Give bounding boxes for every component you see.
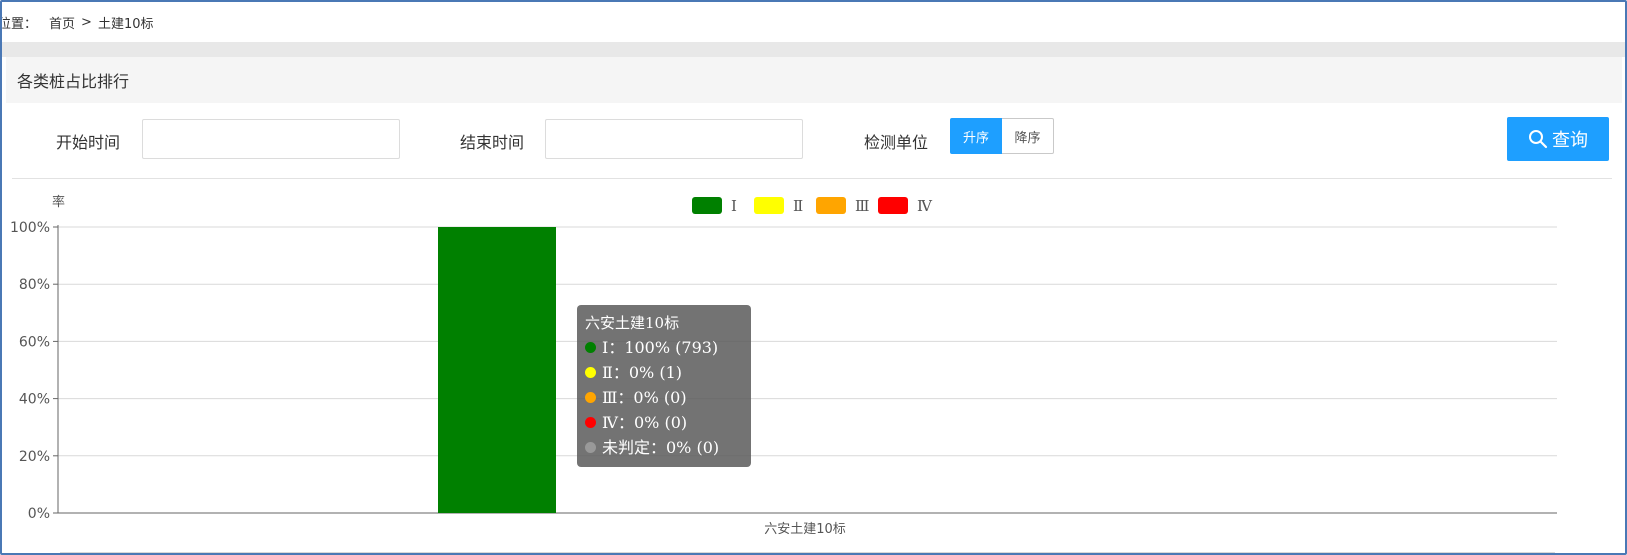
chart-tooltip: 六安土建10标 Ⅰ：100% (793) Ⅱ：0% (1) Ⅲ：0% (0) Ⅳ：0%… — [577, 305, 751, 467]
y-tick-label: 80% — [19, 277, 50, 293]
y-tick-label: 0% — [28, 506, 50, 522]
legend-swatch — [692, 197, 722, 214]
header-divider-bar — [2, 42, 1625, 57]
end-time-label: 结束时间 — [460, 133, 525, 152]
y-tick-label: 60% — [19, 334, 50, 350]
legend-label: Ⅱ — [793, 197, 803, 215]
legend-label: Ⅰ — [731, 197, 737, 215]
tooltip-title: 六安土建10标 — [585, 314, 680, 332]
tooltip-color-dot — [585, 392, 596, 403]
tooltip-row: Ⅲ：0% (0) — [585, 385, 743, 410]
panel-title: 各类桩占比排行 — [6, 57, 1622, 103]
tooltip-row-text: Ⅱ：0% (1) — [602, 363, 683, 382]
sort-descending-button[interactable]: 降序 — [1002, 118, 1054, 154]
start-time-input[interactable] — [142, 119, 400, 159]
breadcrumb-current: 土建10标 — [97, 16, 154, 32]
filter-row: 开始时间 结束时间 检测单位 升序 降序 查询 — [2, 114, 1625, 164]
tooltip-color-dot — [585, 342, 596, 353]
breadcrumb-prefix: 位置： — [0, 16, 38, 32]
app-frame: 位置： 首页 > 土建10标 各类桩占比排行 开始时间 结束时间 检测单位 升序… — [0, 0, 1627, 555]
query-button[interactable]: 查询 — [1507, 117, 1609, 161]
legend-swatch — [816, 197, 846, 214]
tooltip-color-dot — [585, 417, 596, 428]
legend-swatch — [878, 197, 908, 214]
tooltip-color-dot — [585, 367, 596, 378]
query-button-label: 查询 — [1552, 130, 1588, 151]
start-time-label: 开始时间 — [56, 133, 121, 152]
breadcrumb-separator: > — [81, 14, 92, 30]
x-tick-label: 六安土建10标 — [764, 522, 846, 537]
tooltip-row: 未判定：0% (0) — [585, 435, 743, 460]
breadcrumb: 位置： 首页 > 土建10标 — [2, 2, 1625, 42]
tooltip-row-text: 未判定：0% (0) — [602, 438, 720, 457]
tooltip-row: Ⅱ：0% (1) — [585, 360, 743, 385]
y-tick-label: 40% — [19, 392, 50, 408]
tooltip-row-text: Ⅰ：100% (793) — [602, 338, 719, 357]
legend-label: Ⅳ — [917, 197, 933, 215]
inspection-unit-label: 检测单位 — [864, 133, 929, 152]
pile-ratio-chart: 率 0% 20% 40% 60% 80% 100% 六安土建10标 Ⅰ Ⅱ Ⅲ Ⅳ — [10, 194, 1557, 537]
legend-swatch — [754, 197, 784, 214]
filter-divider — [12, 178, 1612, 179]
sort-ascending-button[interactable]: 升序 — [950, 118, 1002, 154]
tooltip-rows: Ⅰ：100% (793) Ⅱ：0% (1) Ⅲ：0% (0) Ⅳ：0% (0) 未判定：… — [585, 335, 743, 460]
tooltip-row-text: Ⅳ：0% (0) — [602, 413, 688, 432]
y-tick-label: 100% — [10, 220, 50, 236]
end-time-input[interactable] — [545, 119, 803, 159]
legend-label: Ⅲ — [855, 197, 869, 215]
tooltip-row: Ⅳ：0% (0) — [585, 410, 743, 435]
tooltip-color-dot — [585, 442, 596, 453]
tooltip-row: Ⅰ：100% (793) — [585, 335, 743, 360]
bar-Ⅰ — [438, 227, 556, 513]
sort-toggle-group: 升序 降序 — [950, 118, 1054, 154]
breadcrumb-home-link[interactable]: 首页 — [49, 13, 75, 32]
y-tick-label: 20% — [19, 449, 50, 465]
search-icon — [1529, 130, 1548, 149]
y-axis-label: 率 — [52, 194, 65, 210]
tooltip-row-text: Ⅲ：0% (0) — [602, 388, 687, 407]
